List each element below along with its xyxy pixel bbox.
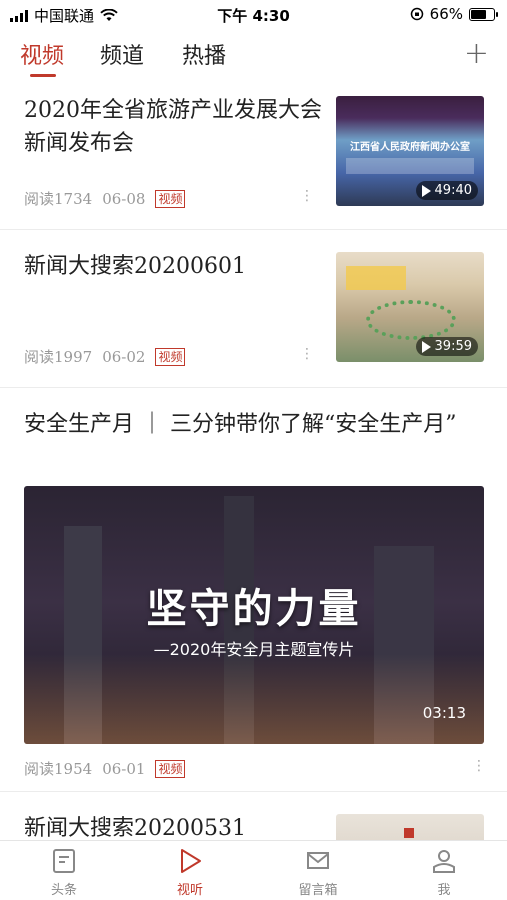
thumbnail-panel [346, 158, 474, 174]
list-item[interactable]: 新闻大搜索20200601 阅读1997 06-02 视频 ⋮ 39:59 [0, 230, 507, 388]
video-player[interactable]: 坚守的力量 —2020年安全月主题宣传片 03:13 [24, 486, 484, 744]
orientation-lock-icon [410, 7, 423, 21]
video-duration: 03:13 [422, 704, 466, 722]
nav-headlines[interactable]: 头条 [24, 847, 104, 898]
publish-date: 06-02 [102, 347, 146, 366]
video-badge: 视频 [155, 759, 186, 778]
status-bar: 中国联通 下午 4:30 66% [0, 0, 507, 28]
add-channel-button[interactable]: + [464, 36, 489, 71]
more-options-icon[interactable]: ⋮ [472, 758, 486, 774]
nav-me[interactable]: 我 [404, 847, 484, 898]
video-badge: 视频 [155, 347, 186, 366]
thumbnail-circle [366, 300, 456, 340]
mail-icon [307, 852, 329, 869]
item-meta: 阅读1997 06-02 视频 [24, 346, 186, 367]
thumbnail-caption: 江西省人民政府新闻办公室 [350, 142, 470, 153]
play-icon [421, 340, 431, 353]
list-item[interactable]: 2020年全省旅游产业发展大会新闻发布会 阅读1734 06-08 视频 ⋮ 江… [0, 78, 507, 230]
read-count: 阅读1954 [24, 760, 93, 778]
list-item[interactable]: 新闻大搜索20200531 [0, 792, 507, 840]
tab-video[interactable]: 视频 [20, 38, 64, 70]
publish-date: 06-08 [102, 189, 146, 208]
nav-label: 留言箱 [298, 883, 338, 898]
battery-percent: 66% [429, 5, 463, 23]
video-duration: 39:59 [415, 337, 478, 356]
video-duration: 49:40 [415, 181, 478, 200]
video-thumbnail[interactable] [336, 814, 484, 840]
active-tab-indicator [30, 74, 56, 77]
video-thumbnail[interactable]: 39:59 [336, 252, 484, 362]
list-item[interactable]: 安全生产月 ｜ 三分钟带你了解“安全生产月” 坚守的力量 —2020年安全月主题… [0, 388, 507, 792]
nav-messagebox[interactable]: 留言箱 [278, 847, 358, 898]
video-badge: 视频 [155, 189, 186, 208]
video-headline: 坚守的力量 [146, 586, 362, 632]
video-feed[interactable]: 2020年全省旅游产业发展大会新闻发布会 阅读1734 06-08 视频 ⋮ 江… [0, 78, 507, 840]
bottom-nav: 头条 视听 留言箱 我 [0, 840, 507, 900]
city-lights [24, 654, 484, 744]
item-meta: 阅读1734 06-08 视频 [24, 188, 186, 209]
video-subheadline: —2020年安全月主题宣传片 [153, 640, 355, 659]
status-right: 66% [410, 5, 498, 23]
user-icon [433, 850, 455, 873]
play-icon [421, 184, 431, 197]
play-icon [181, 849, 201, 873]
item-title[interactable]: 2020年全省旅游产业发展大会新闻发布会 [24, 94, 324, 160]
tab-channels[interactable]: 频道 [100, 38, 144, 70]
nav-label: 我 [437, 883, 451, 898]
nav-label: 视听 [176, 883, 203, 898]
thumbnail-panel [346, 266, 406, 290]
publish-date: 06-01 [102, 759, 146, 778]
battery-icon [469, 7, 498, 21]
read-count: 阅读1997 [24, 348, 93, 366]
video-thumbnail[interactable]: 江西省人民政府新闻办公室 49:40 [336, 96, 484, 206]
nav-audiovisual[interactable]: 视听 [150, 847, 230, 898]
nav-label: 头条 [50, 883, 77, 898]
read-count: 阅读1734 [24, 190, 93, 208]
news-icon [53, 849, 75, 873]
top-tabs: 视频 频道 热播 + [0, 28, 507, 78]
more-options-icon[interactable]: ⋮ [300, 346, 314, 362]
item-title[interactable]: 新闻大搜索20200601 [24, 250, 324, 283]
thumbnail-flag [404, 828, 414, 838]
more-options-icon[interactable]: ⋮ [300, 188, 314, 204]
tab-trending[interactable]: 热播 [182, 38, 226, 70]
item-title[interactable]: 安全生产月 ｜ 三分钟带你了解“安全生产月” [24, 408, 464, 441]
item-meta: 阅读1954 06-01 视频 [24, 758, 186, 779]
item-title[interactable]: 新闻大搜索20200531 [24, 812, 324, 840]
